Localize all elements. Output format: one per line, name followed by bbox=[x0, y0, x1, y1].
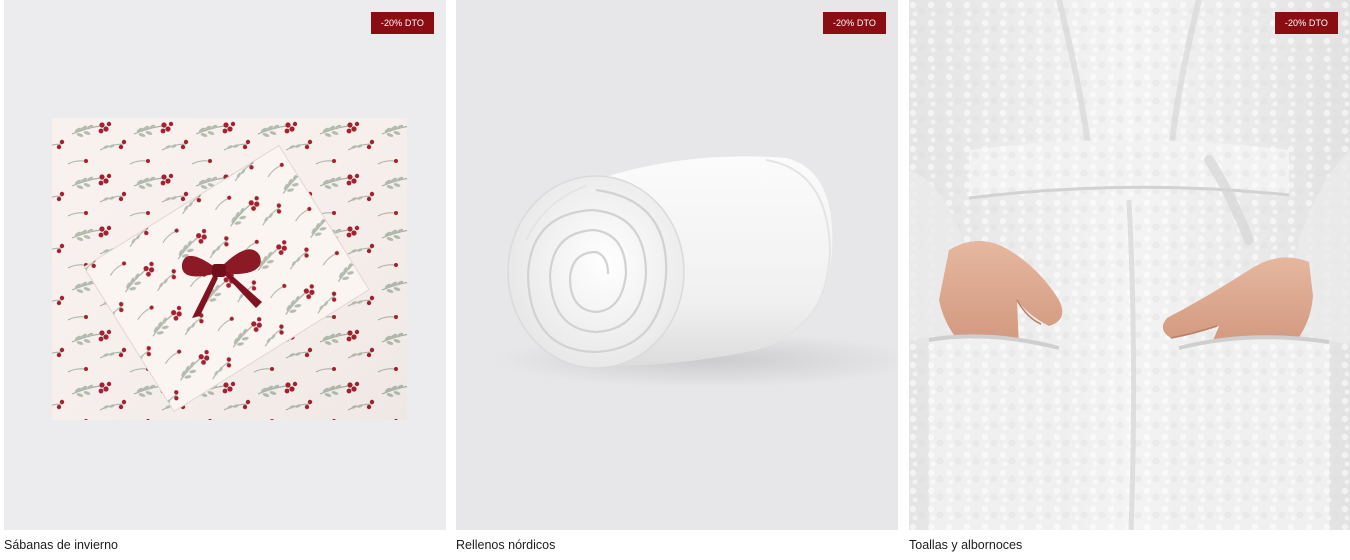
winter-sheets-image[interactable]: -20% DTO bbox=[4, 0, 446, 530]
winter-sheets-illustration bbox=[52, 118, 407, 420]
bathrobe-illustration bbox=[909, 0, 1350, 530]
duvet-roll-image[interactable]: -20% DTO bbox=[456, 0, 898, 530]
product-title[interactable]: Rellenos nórdicos bbox=[456, 538, 555, 552]
product-card-towels-bathrobes[interactable]: -20% DTO Toallas y albornoces bbox=[909, 0, 1350, 560]
product-title[interactable]: Toallas y albornoces bbox=[909, 538, 1022, 552]
product-card-duvet-fillings[interactable]: -20% DTO Rellenos nórdicos bbox=[456, 0, 898, 560]
product-title[interactable]: Sábanas de invierno bbox=[4, 538, 118, 552]
bathrobe-image[interactable]: -20% DTO bbox=[909, 0, 1350, 530]
product-card-winter-sheets[interactable]: -20% DTO Sábanas de invierno bbox=[4, 0, 446, 560]
product-category-grid: -20% DTO Sábanas de invierno -20% DTO Re… bbox=[0, 0, 1350, 560]
discount-badge: -20% DTO bbox=[822, 12, 886, 34]
discount-badge: -20% DTO bbox=[370, 12, 434, 34]
duvet-roll-illustration bbox=[496, 156, 898, 388]
discount-badge: -20% DTO bbox=[1274, 12, 1338, 34]
